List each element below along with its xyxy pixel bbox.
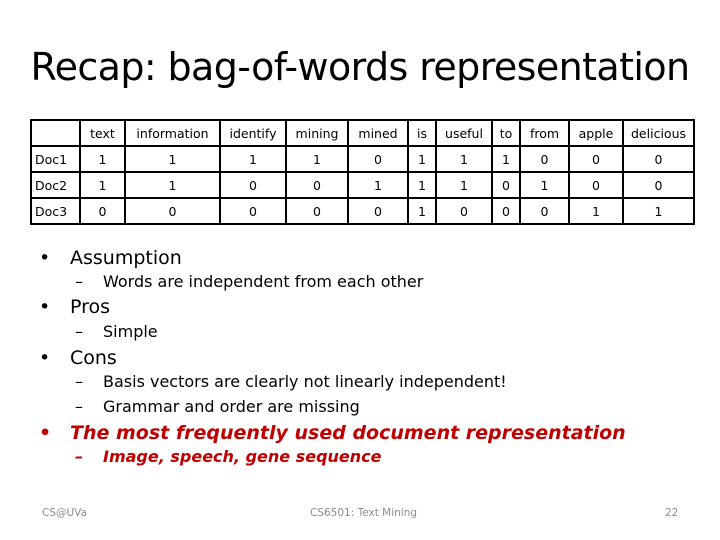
bullet-icon: • xyxy=(39,296,51,318)
page-number: 22 xyxy=(665,507,679,519)
bag-of-words-table: text information identify mining mined i… xyxy=(30,119,695,225)
row-header: Doc2 xyxy=(30,171,81,199)
table-cell: 1 xyxy=(219,145,287,173)
table-cell: 0 xyxy=(285,171,349,199)
column-header: mining xyxy=(285,119,349,147)
table-cell: 1 xyxy=(124,171,221,199)
footer-center: CS6501: Text Mining xyxy=(310,507,418,519)
sub-bullet-text: Words are independent from each other xyxy=(103,272,424,291)
bullet-icon: • xyxy=(39,247,51,269)
bullet-text: Cons xyxy=(70,347,117,369)
column-header: from xyxy=(519,119,570,147)
bullet-icon: • xyxy=(39,422,52,444)
table-cell: 0 xyxy=(285,197,349,225)
column-header: to xyxy=(491,119,521,147)
table-cell: 0 xyxy=(622,171,695,199)
table-cell: 0 xyxy=(519,197,570,225)
column-header: information xyxy=(124,119,221,147)
slide-title: Recap: bag-of-words representation xyxy=(30,45,690,89)
table-cell: 1 xyxy=(435,171,493,199)
table-cell: 0 xyxy=(568,145,624,173)
table-cell: 1 xyxy=(79,171,126,199)
column-header: is xyxy=(407,119,437,147)
table-cell: 1 xyxy=(435,145,493,173)
table-cell: 1 xyxy=(79,145,126,173)
column-header: useful xyxy=(435,119,493,147)
table-cell: 0 xyxy=(435,197,493,225)
table-cell: 1 xyxy=(491,145,521,173)
table-corner-cell xyxy=(30,119,81,147)
column-header: identify xyxy=(219,119,287,147)
table-cell: 0 xyxy=(79,197,126,225)
sub-bullet-text: Image, speech, gene sequence xyxy=(103,447,382,466)
table-cell: 0 xyxy=(219,197,287,225)
table-cell: 1 xyxy=(622,197,695,225)
footer-left: CS@UVa xyxy=(42,507,87,519)
column-header: text xyxy=(79,119,126,147)
bullet-icon: • xyxy=(39,347,51,369)
table-cell: 0 xyxy=(622,145,695,173)
table-cell: 1 xyxy=(519,171,570,199)
table-cell: 0 xyxy=(124,197,221,225)
table-cell: 1 xyxy=(407,145,437,173)
table-cell: 0 xyxy=(491,171,521,199)
row-header: Doc3 xyxy=(30,197,81,225)
table-cell: 1 xyxy=(347,171,409,199)
sub-bullet-text: Basis vectors are clearly not linearly i… xyxy=(103,372,507,391)
table-row: Doc3 0 0 0 0 0 1 0 0 0 1 1 xyxy=(30,197,695,225)
table-cell: 1 xyxy=(285,145,349,173)
table-cell: 0 xyxy=(219,171,287,199)
table-cell: 0 xyxy=(491,197,521,225)
dash-icon: – xyxy=(75,397,83,416)
table-cell: 1 xyxy=(407,197,437,225)
column-header: mined xyxy=(347,119,409,147)
table-cell: 0 xyxy=(568,171,624,199)
row-header: Doc1 xyxy=(30,145,81,173)
dash-icon: – xyxy=(75,272,83,291)
bullet-text: Assumption xyxy=(70,247,182,269)
bullet-text: The most frequently used document repres… xyxy=(70,422,626,444)
bullet-text: Pros xyxy=(70,296,111,318)
table-row: Doc1 1 1 1 1 0 1 1 1 0 0 0 xyxy=(30,145,695,173)
column-header: apple xyxy=(568,119,624,147)
table-cell: 0 xyxy=(519,145,570,173)
column-header: delicious xyxy=(622,119,695,147)
table-row: Doc2 1 1 0 0 1 1 1 0 1 0 0 xyxy=(30,171,695,199)
table-cell: 0 xyxy=(347,145,409,173)
dash-icon: – xyxy=(75,372,83,391)
sub-bullet-text: Simple xyxy=(103,322,158,341)
dash-icon: – xyxy=(75,447,83,466)
dash-icon: – xyxy=(75,322,83,341)
sub-bullet-text: Grammar and order are missing xyxy=(103,397,360,416)
table-header-row: text information identify mining mined i… xyxy=(30,119,695,147)
table-cell: 1 xyxy=(568,197,624,225)
table-cell: 1 xyxy=(407,171,437,199)
table-cell: 1 xyxy=(124,145,221,173)
table-cell: 0 xyxy=(347,197,409,225)
